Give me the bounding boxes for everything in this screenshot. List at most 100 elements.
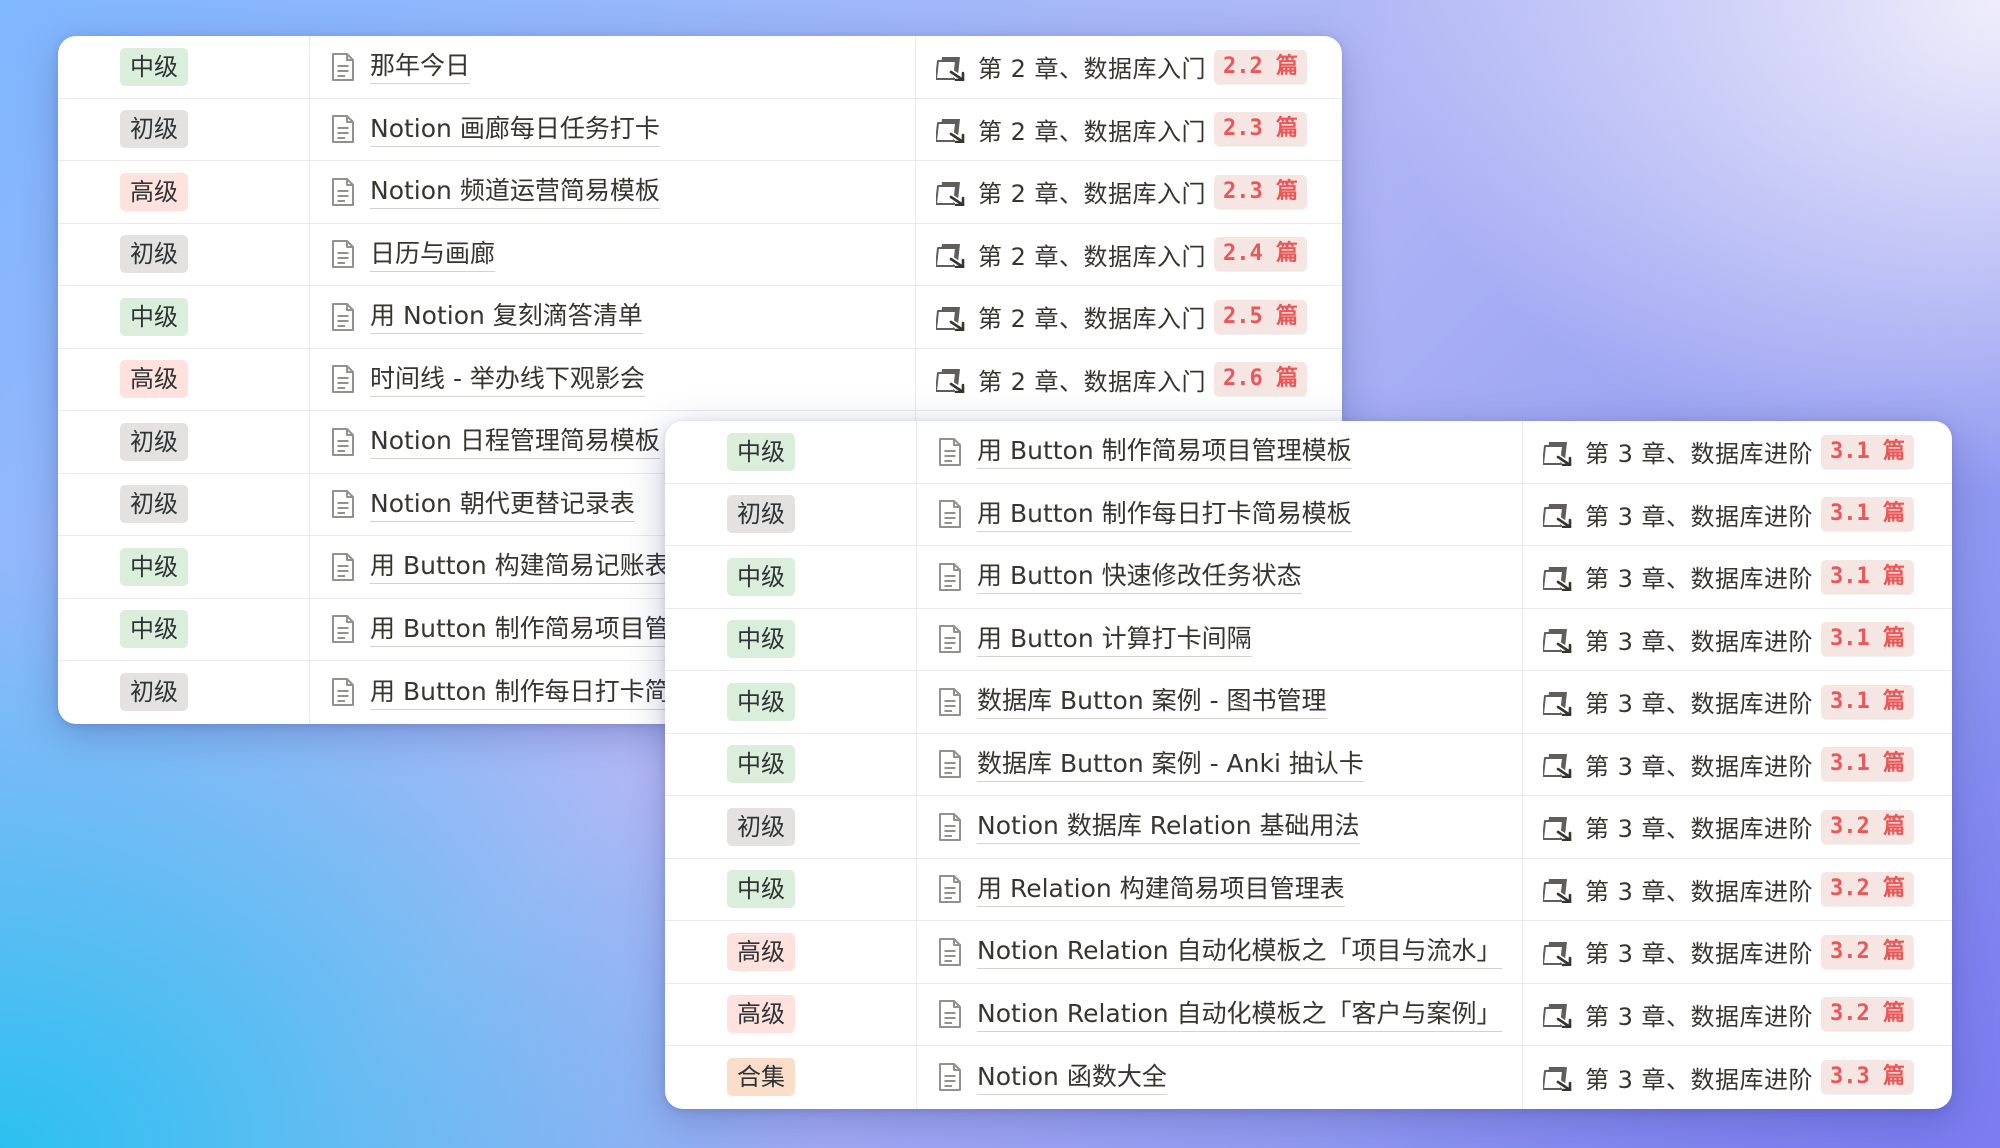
title-cell[interactable]: 用 Button 制作每日打卡简易模板 (916, 483, 1522, 545)
page-title-link[interactable]: Notion 画廊每日任务打卡 (370, 112, 660, 147)
chapter-cell[interactable]: 第 3 章、数据库进阶 3.2 篇 (1522, 983, 1952, 1045)
chapter-relation-link[interactable]: 第 2 章、数据库入门 (978, 237, 1206, 272)
level-cell[interactable]: 中级 (665, 421, 916, 483)
page-title-link[interactable]: 用 Button 快速修改任务状态 (977, 559, 1302, 595)
level-cell[interactable]: 中级 (665, 609, 916, 671)
page-title-link[interactable]: 日历与画廊 (370, 237, 496, 272)
page-title-link[interactable]: 用 Button 构建简易记账表 (370, 549, 670, 585)
chapter-relation-link[interactable]: 第 2 章、数据库入门 (978, 49, 1206, 84)
level-cell[interactable]: 中级 (665, 734, 916, 796)
table-row[interactable]: 中级 那年今日 第 2 章、数据库入门 2.2 篇 (58, 36, 1342, 99)
level-cell[interactable]: 初级 (58, 224, 309, 286)
chapter-cell[interactable]: 第 3 章、数据库进阶 3.2 篇 (1522, 858, 1952, 920)
level-cell[interactable]: 初级 (58, 474, 309, 536)
chapter-relation-link[interactable]: 第 3 章、数据库进阶 (1585, 622, 1813, 657)
chapter-relation-link[interactable]: 第 2 章、数据库入门 (978, 112, 1206, 147)
level-cell[interactable]: 高级 (58, 349, 309, 411)
table-row[interactable]: 中级 数据库 Button 案例 - Anki 抽认卡 第 3 章、数据库进阶 3.1… (665, 733, 1952, 796)
title-cell[interactable]: Notion 函数大全 (916, 1046, 1522, 1109)
level-cell[interactable]: 高级 (665, 921, 916, 983)
level-cell[interactable]: 初级 (58, 99, 309, 161)
page-title-link[interactable]: 用 Button 制作简易项目管理模板 (977, 434, 1352, 470)
level-cell[interactable]: 初级 (665, 484, 916, 546)
page-title-link[interactable]: 用 Button 制作每日打卡简易模板 (977, 497, 1352, 532)
table-row[interactable]: 中级 用 Button 快速修改任务状态 第 3 章、数据库进阶 3.1 篇 (665, 546, 1952, 609)
chapter-cell[interactable]: 第 3 章、数据库进阶 3.2 篇 (1522, 921, 1952, 983)
level-cell[interactable]: 中级 (58, 36, 309, 98)
chapter-relation-link[interactable]: 第 3 章、数据库进阶 (1585, 872, 1813, 907)
level-cell[interactable]: 高级 (58, 161, 309, 223)
page-title-link[interactable]: 用 Button 计算打卡间隔 (977, 622, 1252, 657)
chapter-cell[interactable]: 第 3 章、数据库进阶 3.1 篇 (1522, 733, 1952, 795)
page-title-link[interactable]: 数据库 Button 案例 - Anki 抽认卡 (977, 747, 1364, 782)
chapter-cell[interactable]: 第 3 章、数据库进阶 3.1 篇 (1522, 483, 1952, 545)
chapter-cell[interactable]: 第 3 章、数据库进阶 3.1 篇 (1522, 421, 1952, 483)
chapter-relation-link[interactable]: 第 3 章、数据库进阶 (1585, 747, 1813, 782)
title-cell[interactable]: Notion Relation 自动化模板之「客户与案例」 (916, 983, 1522, 1045)
chapter-cell[interactable]: 第 3 章、数据库进阶 3.1 篇 (1522, 608, 1952, 670)
chapter-relation-link[interactable]: 第 2 章、数据库入门 (978, 362, 1206, 397)
title-cell[interactable]: Notion 画廊每日任务打卡 (309, 98, 915, 160)
level-cell[interactable]: 中级 (58, 599, 309, 661)
page-title-link[interactable]: 时间线 - 举办线下观影会 (370, 362, 645, 397)
level-cell[interactable]: 中级 (58, 286, 309, 348)
chapter-cell[interactable]: 第 3 章、数据库进阶 3.1 篇 (1522, 671, 1952, 733)
table-row[interactable]: 中级 用 Button 计算打卡间隔 第 3 章、数据库进阶 3.1 篇 (665, 608, 1952, 671)
chapter-cell[interactable]: 第 2 章、数据库入门 2.2 篇 (915, 36, 1342, 98)
table-row[interactable]: 中级 用 Button 制作简易项目管理模板 第 3 章、数据库进阶 3.1 篇 (665, 421, 1952, 484)
chapter-relation-link[interactable]: 第 3 章、数据库进阶 (1585, 1060, 1813, 1095)
table-row[interactable]: 初级 用 Button 制作每日打卡简易模板 第 3 章、数据库进阶 3.1 篇 (665, 483, 1952, 546)
chapter-relation-link[interactable]: 第 3 章、数据库进阶 (1585, 497, 1813, 532)
title-cell[interactable]: 用 Button 快速修改任务状态 (916, 546, 1522, 608)
table-row[interactable]: 中级 用 Notion 复刻滴答清单 第 2 章、数据库入门 2.5 篇 (58, 286, 1342, 349)
chapter-cell[interactable]: 第 3 章、数据库进阶 3.2 篇 (1522, 796, 1952, 858)
level-cell[interactable]: 中级 (665, 546, 916, 608)
level-cell[interactable]: 中级 (665, 671, 916, 733)
page-title-link[interactable]: Notion 朝代更替记录表 (370, 487, 635, 522)
page-title-link[interactable]: Notion Relation 自动化模板之「客户与案例」 (977, 997, 1502, 1032)
chapter-relation-link[interactable]: 第 3 章、数据库进阶 (1585, 934, 1813, 969)
page-title-link[interactable]: 用 Notion 复刻滴答清单 (370, 299, 643, 335)
chapter-cell[interactable]: 第 2 章、数据库入门 2.3 篇 (915, 98, 1342, 160)
table-row[interactable]: 高级 Notion Relation 自动化模板之「项目与流水」第 3 章、数据库… (665, 921, 1952, 984)
chapter-relation-link[interactable]: 第 3 章、数据库进阶 (1585, 809, 1813, 844)
chapter-relation-link[interactable]: 第 3 章、数据库进阶 (1585, 997, 1813, 1032)
level-cell[interactable]: 中级 (665, 859, 916, 921)
title-cell[interactable]: 数据库 Button 案例 - 图书管理 (916, 671, 1522, 733)
level-cell[interactable]: 中级 (58, 536, 309, 598)
level-cell[interactable]: 合集 (665, 1046, 916, 1109)
table-row[interactable]: 高级 时间线 - 举办线下观影会 第 2 章、数据库入门 2.6 篇 (58, 348, 1342, 411)
title-cell[interactable]: Notion 频道运营简易模板 (309, 161, 915, 223)
page-title-link[interactable]: 用 Relation 构建简易项目管理表 (977, 872, 1345, 907)
table-row[interactable]: 中级 数据库 Button 案例 - 图书管理 第 3 章、数据库进阶 3.1 篇 (665, 671, 1952, 734)
page-title-link[interactable]: 数据库 Button 案例 - 图书管理 (977, 684, 1327, 720)
chapter-relation-link[interactable]: 第 2 章、数据库入门 (978, 299, 1206, 334)
page-title-link[interactable]: Notion 日程管理简易模板 (370, 424, 660, 460)
title-cell[interactable]: 那年今日 (309, 36, 915, 98)
chapter-relation-link[interactable]: 第 3 章、数据库进阶 (1585, 559, 1813, 594)
chapter-cell[interactable]: 第 3 章、数据库进阶 3.3 篇 (1522, 1046, 1952, 1109)
table-row[interactable]: 初级 日历与画廊 第 2 章、数据库入门 2.4 篇 (58, 223, 1342, 286)
level-cell[interactable]: 初级 (58, 411, 309, 473)
title-cell[interactable]: 日历与画廊 (309, 223, 915, 285)
title-cell[interactable]: 用 Button 制作简易项目管理模板 (916, 421, 1522, 483)
page-title-link[interactable]: Notion 数据库 Relation 基础用法 (977, 809, 1360, 845)
page-title-link[interactable]: 那年今日 (370, 49, 471, 85)
title-cell[interactable]: Notion 数据库 Relation 基础用法 (916, 796, 1522, 858)
page-title-link[interactable]: Notion Relation 自动化模板之「项目与流水」 (977, 934, 1502, 970)
chapter-relation-link[interactable]: 第 2 章、数据库入门 (978, 174, 1206, 209)
table-row[interactable]: 高级 Notion Relation 自动化模板之「客户与案例」第 3 章、数据库… (665, 983, 1952, 1046)
table-row[interactable]: 初级 Notion 画廊每日任务打卡 第 2 章、数据库入门 2.3 篇 (58, 98, 1342, 161)
table-row[interactable]: 初级 Notion 数据库 Relation 基础用法 第 3 章、数据库进阶 3.2… (665, 796, 1952, 859)
level-cell[interactable]: 初级 (58, 661, 309, 724)
chapter-cell[interactable]: 第 2 章、数据库入门 2.5 篇 (915, 286, 1342, 348)
table-row[interactable]: 高级 Notion 频道运营简易模板 第 2 章、数据库入门 2.3 篇 (58, 161, 1342, 224)
table-row[interactable]: 中级 用 Relation 构建简易项目管理表 第 3 章、数据库进阶 3.2 篇 (665, 858, 1952, 921)
title-cell[interactable]: 用 Notion 复刻滴答清单 (309, 286, 915, 348)
title-cell[interactable]: 数据库 Button 案例 - Anki 抽认卡 (916, 733, 1522, 795)
page-title-link[interactable]: Notion 函数大全 (977, 1060, 1167, 1095)
title-cell[interactable]: 用 Button 计算打卡间隔 (916, 608, 1522, 670)
chapter-relation-link[interactable]: 第 3 章、数据库进阶 (1585, 434, 1813, 469)
title-cell[interactable]: 时间线 - 举办线下观影会 (309, 348, 915, 410)
chapter-cell[interactable]: 第 2 章、数据库入门 2.3 篇 (915, 161, 1342, 223)
